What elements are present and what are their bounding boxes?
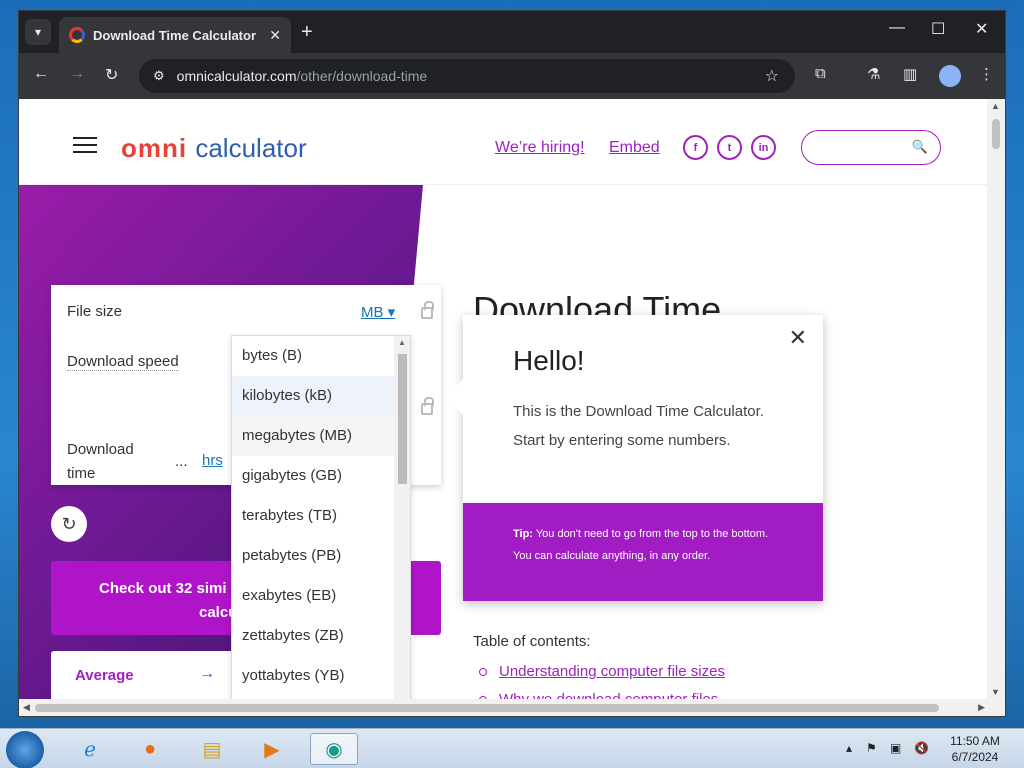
close-window-icon[interactable]: ✕ xyxy=(975,19,988,39)
linkedin-icon[interactable]: in xyxy=(751,135,776,160)
toc-link[interactable]: Understanding computer file sizes xyxy=(479,663,725,680)
tab-close-icon[interactable]: ✕ xyxy=(269,27,281,44)
dropdown-scroll-thumb[interactable] xyxy=(398,354,407,484)
download-time-label-2: time xyxy=(67,465,96,482)
tab-download-time[interactable]: Download Time Calculator ✕ xyxy=(59,17,291,53)
unit-option[interactable]: exabytes (EB) xyxy=(232,576,410,616)
favicon-icon xyxy=(69,27,85,43)
unit-option[interactable]: terabytes (TB) xyxy=(232,496,410,536)
hamburger-menu-icon[interactable] xyxy=(73,137,97,158)
new-tab-button[interactable]: + xyxy=(301,21,313,44)
page-hscroll-thumb[interactable] xyxy=(35,704,939,712)
download-speed-label: Download speed xyxy=(67,353,179,371)
welcome-popup: ✕ Hello! This is the Download Time Calcu… xyxy=(445,315,823,601)
action-center-flag-icon[interactable]: ⚑ xyxy=(866,741,877,755)
internet-explorer-icon[interactable]: ℯ xyxy=(66,733,114,765)
unit-option[interactable]: bytes (B) xyxy=(232,336,410,376)
tip-text-2: You can calculate anything, in any order… xyxy=(513,550,711,562)
forward-icon[interactable]: → xyxy=(69,65,85,83)
search-input[interactable]: 🔍 xyxy=(801,130,941,165)
url-path: /other/download-time xyxy=(296,68,428,84)
popup-tip: Tip: You don't need to go from the top t… xyxy=(463,503,823,601)
embed-link[interactable]: Embed xyxy=(609,139,660,157)
site-header: omni calculator We’re hiring! Embed f t … xyxy=(19,99,989,185)
unit-dropdown-list[interactable]: bytes (B) kilobytes (kB) megabytes (MB) … xyxy=(231,335,411,699)
toc-link[interactable]: Why we download computer files xyxy=(478,691,718,699)
profile-avatar[interactable] xyxy=(939,65,961,87)
address-bar[interactable]: ⚙ omnicalculator.com /other/download-tim… xyxy=(139,59,795,93)
dropdown-scrollbar[interactable]: ▲ xyxy=(394,336,410,699)
logo-calculator: calculator xyxy=(195,133,307,163)
side-panel-icon[interactable]: ▥ xyxy=(903,65,917,83)
volume-muted-icon[interactable]: 🔇 xyxy=(914,741,929,755)
unit-option[interactable]: gigabytes (GB) xyxy=(232,456,410,496)
scroll-up-icon[interactable]: ▲ xyxy=(991,101,1000,111)
tip-label: Tip: xyxy=(513,528,533,540)
close-icon[interactable]: ✕ xyxy=(789,325,807,351)
unit-option[interactable]: yottabytes (YB) xyxy=(232,656,410,696)
download-time-label-1: Download xyxy=(67,441,134,458)
file-size-label: File size xyxy=(67,303,123,320)
minimize-icon[interactable]: — xyxy=(889,19,905,37)
bookmark-star-icon[interactable]: ☆ xyxy=(765,66,779,86)
extensions-icon[interactable]: ⧉ xyxy=(815,65,826,82)
scroll-down-icon[interactable]: ▼ xyxy=(991,687,1000,697)
download-time-value[interactable]: ... xyxy=(175,453,188,470)
popup-heading: Hello! xyxy=(513,345,585,376)
start-button[interactable] xyxy=(6,731,44,768)
clock[interactable]: 11:50 AM 6/7/2024 xyxy=(940,733,1010,765)
tab-bar: ▾ Download Time Calculator ✕ + — ☐ ✕ xyxy=(19,11,1005,53)
back-icon[interactable]: ← xyxy=(33,65,49,83)
network-icon[interactable]: ▣ xyxy=(890,741,901,755)
taskbar: ℯ ● ▤ ▶ ◉ ▴ ⚑ ▣ 🔇 11:50 AM 6/7/2024 xyxy=(0,728,1024,768)
tab-search-button[interactable]: ▾ xyxy=(25,19,51,45)
scroll-left-icon[interactable]: ◀ xyxy=(23,702,30,713)
reload-icon[interactable]: ↻ xyxy=(105,65,118,85)
popup-pointer xyxy=(445,379,463,415)
labs-icon[interactable]: ⚗ xyxy=(867,65,880,83)
file-size-unit-select[interactable]: MB ▾ xyxy=(361,303,395,321)
facebook-icon[interactable]: f xyxy=(683,135,708,160)
unit-option[interactable]: kilobytes (kB) xyxy=(232,376,410,416)
firefox-icon[interactable]: ● xyxy=(126,733,174,765)
reset-icon[interactable]: ↻ xyxy=(51,506,87,542)
file-explorer-icon[interactable]: ▤ xyxy=(188,733,236,765)
logo-omni: omni xyxy=(121,133,188,163)
url-host: omnicalculator.com xyxy=(176,68,297,84)
clock-date: 6/7/2024 xyxy=(951,750,999,764)
popup-message: This is the Download Time Calculator. St… xyxy=(513,403,764,449)
media-player-icon[interactable]: ▶ xyxy=(248,733,296,765)
lock-icon[interactable] xyxy=(421,301,434,319)
tip-text: You don't need to go from the top to the… xyxy=(535,528,769,540)
toc-title: Table of contents: xyxy=(473,633,591,650)
web-page: omni calculator We’re hiring! Embed f t … xyxy=(19,99,989,699)
browser-taskbar-icon[interactable]: ◉ xyxy=(310,733,358,765)
browser-window: ▾ Download Time Calculator ✕ + — ☐ ✕ ← →… xyxy=(18,10,1006,717)
scroll-up-icon[interactable]: ▲ xyxy=(398,338,406,347)
lock-icon[interactable] xyxy=(421,397,434,415)
show-hidden-icons[interactable]: ▴ xyxy=(846,741,852,755)
page-horizontal-scrollbar[interactable]: ◀ ▶ xyxy=(19,699,1005,716)
arrow-right-icon: → xyxy=(199,665,215,682)
scroll-right-icon[interactable]: ▶ xyxy=(978,702,985,713)
twitter-icon[interactable]: t xyxy=(717,135,742,160)
average-label: Average xyxy=(75,667,134,684)
page-scroll-thumb[interactable] xyxy=(992,119,1000,149)
unit-option[interactable]: megabytes (MB) xyxy=(232,416,410,456)
site-info-icon[interactable]: ⚙ xyxy=(153,68,165,84)
download-time-unit-select[interactable]: hrs xyxy=(202,452,223,469)
maximize-icon[interactable]: ☐ xyxy=(931,19,945,39)
hiring-link[interactable]: We’re hiring! xyxy=(495,139,585,157)
unit-option[interactable]: petabytes (PB) xyxy=(232,536,410,576)
search-icon: 🔍 xyxy=(911,139,928,154)
clock-time: 11:50 AM xyxy=(950,734,1000,748)
page-vertical-scrollbar[interactable]: ▲ ▼ xyxy=(987,99,1005,699)
omni-logo[interactable]: omni calculator xyxy=(121,133,307,164)
unit-option[interactable]: zettabytes (ZB) xyxy=(232,616,410,656)
browser-toolbar: ← → ↻ ⚙ omnicalculator.com /other/downlo… xyxy=(19,53,1005,99)
menu-kebab-icon[interactable]: ⋮ xyxy=(979,65,994,83)
tab-title: Download Time Calculator xyxy=(93,27,257,43)
